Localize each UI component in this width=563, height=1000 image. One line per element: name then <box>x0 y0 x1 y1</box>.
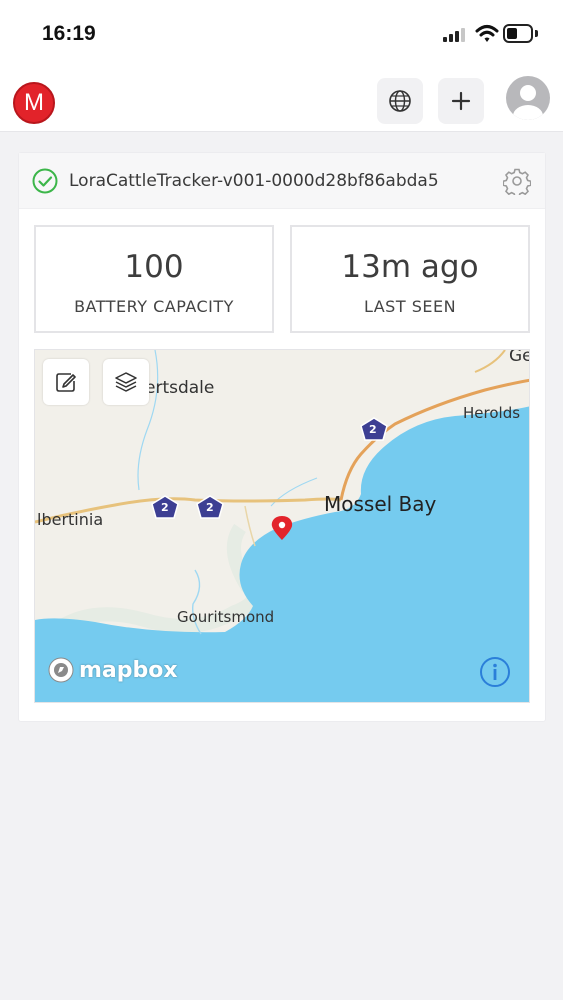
info-icon[interactable] <box>479 656 511 688</box>
place-label-albertinia: lbertinia <box>37 510 104 529</box>
mapbox-wordmark: mapbox <box>79 657 178 683</box>
place-label-herolds: Herolds <box>463 404 521 422</box>
route-badge-2-label: 2 <box>161 501 169 514</box>
battery-capacity-label: BATTERY CAPACITY <box>74 297 234 316</box>
device-card-header: LoraCattleTracker-v001-0000d28bf86abda5 <box>19 153 545 209</box>
app-header: M <box>0 66 563 132</box>
edit-icon <box>56 373 76 392</box>
map-layers-button[interactable] <box>103 359 149 405</box>
battery-capacity-stat: 100 BATTERY CAPACITY <box>34 225 274 333</box>
gear-icon[interactable] <box>503 167 531 195</box>
route-badge-1-label: 2 <box>369 423 377 436</box>
last-seen-label: LAST SEEN <box>363 297 457 316</box>
place-label-ge: Ge <box>509 349 529 366</box>
user-avatar-icon <box>513 85 543 120</box>
layers-icon <box>115 372 137 392</box>
user-avatar[interactable] <box>506 76 550 120</box>
last-seen-stat: 13m ago LAST SEEN <box>290 225 530 333</box>
globe-icon <box>389 90 411 112</box>
add-button[interactable] <box>438 78 484 124</box>
battery-nub <box>535 30 538 37</box>
battery-capacity-value: 100 <box>124 249 184 285</box>
last-seen-value: 13m ago <box>341 249 479 285</box>
status-time: 16:19 <box>42 22 96 45</box>
wifi-icon <box>475 25 499 42</box>
device-name: LoraCattleTracker-v001-0000d28bf86abda5 <box>69 171 439 191</box>
mapbox-logo[interactable]: mapbox <box>47 656 178 684</box>
place-label-mossel-bay: Mossel Bay <box>324 492 437 516</box>
status-bar: 16:19 <box>0 0 563 66</box>
device-location-map[interactable]: 2 2 2 Ge ertsdale Herolds Mossel Bay lbe… <box>34 349 530 703</box>
check-circle-icon <box>32 168 58 194</box>
language-button[interactable] <box>377 78 423 124</box>
battery-icon <box>503 24 533 43</box>
app-logo[interactable]: M <box>13 82 55 124</box>
mapbox-logo-icon <box>48 657 74 683</box>
place-label-riversdale: ertsdale <box>145 378 215 398</box>
edit-map-button[interactable] <box>43 359 89 405</box>
device-card: LoraCattleTracker-v001-0000d28bf86abda5 … <box>18 152 546 722</box>
plus-icon <box>451 91 471 111</box>
cellular-signal-icon <box>443 26 469 42</box>
route-badge-3-label: 2 <box>206 501 214 514</box>
place-label-gouritsmond: Gouritsmond <box>177 608 275 626</box>
